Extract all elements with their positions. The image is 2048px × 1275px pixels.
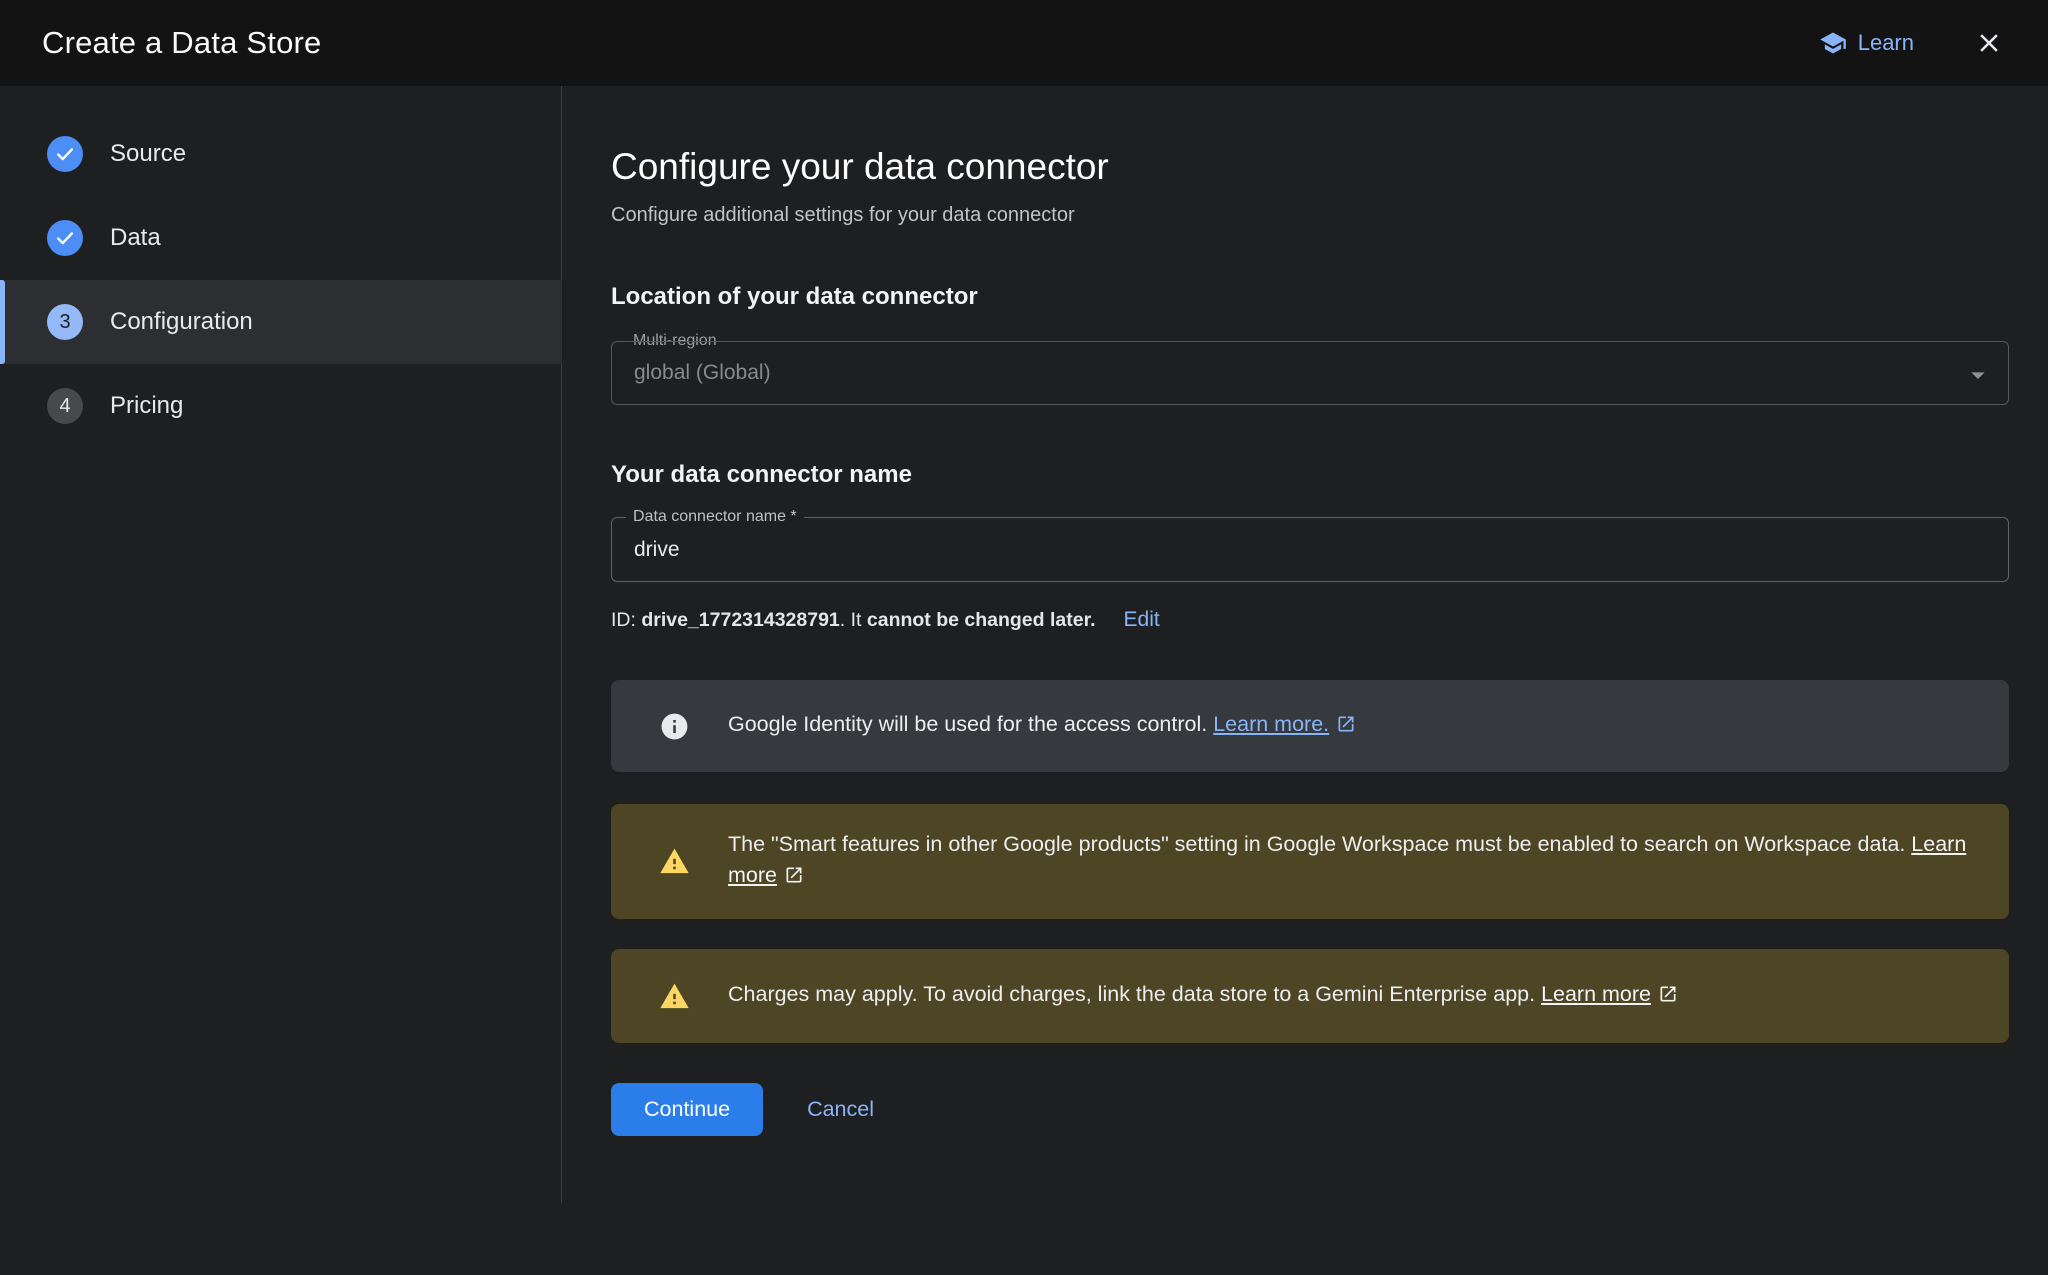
step-item-pricing[interactable]: 4 Pricing xyxy=(0,364,562,448)
info-learn-more-link[interactable]: Learn more. xyxy=(1213,712,1329,736)
step-item-configuration[interactable]: 3 Configuration xyxy=(0,280,562,364)
step-label: Pricing xyxy=(110,392,183,420)
connector-id-helper: ID: drive_1772314328791. It cannot be ch… xyxy=(611,608,2048,632)
info-icon xyxy=(659,711,690,742)
learn-label: Learn xyxy=(1858,30,1914,56)
connector-name-label: Data connector name * xyxy=(626,507,804,527)
step-number-circle: 3 xyxy=(47,304,83,340)
helper-text: ID: drive_1772314328791. It cannot be ch… xyxy=(611,609,1096,632)
create-data-store-dialog: Create a Data Store Learn xyxy=(0,0,2048,1275)
step-complete-circle xyxy=(47,220,83,256)
step-item-source[interactable]: Source xyxy=(0,112,562,196)
cancel-button[interactable]: Cancel xyxy=(807,1097,874,1122)
info-banner-text: Google Identity will be used for the acc… xyxy=(728,709,1356,743)
page-heading: Configure your data connector xyxy=(611,146,2048,188)
step-complete-circle xyxy=(47,136,83,172)
warning-icon xyxy=(659,981,690,1012)
check-icon xyxy=(54,227,76,249)
workspace-warning-banner: The "Smart features in other Google prod… xyxy=(611,804,2009,919)
charges-warning-text: Charges may apply. To avoid charges, lin… xyxy=(728,979,1678,1013)
step-item-data[interactable]: Data xyxy=(0,196,562,280)
graduation-cap-icon xyxy=(1819,29,1847,57)
multi-region-field: Multi-region global (Global) xyxy=(611,341,2009,405)
dropdown-arrow-icon xyxy=(1962,359,1994,391)
dialog-body: Source Data 3 Configuration 4 Pricing xyxy=(0,86,2048,1275)
warning-icon xyxy=(659,846,690,877)
workspace-warning-text: The "Smart features in other Google prod… xyxy=(728,829,1969,894)
connector-name-field: Data connector name * xyxy=(611,517,2009,582)
external-link-icon xyxy=(784,863,804,894)
form-actions: Continue Cancel xyxy=(611,1083,2048,1136)
close-button[interactable] xyxy=(1974,28,2004,58)
dialog-header: Create a Data Store Learn xyxy=(0,0,2048,86)
step-label: Configuration xyxy=(110,308,253,336)
name-section-heading: Your data connector name xyxy=(611,461,2048,489)
location-section-heading: Location of your data connector xyxy=(611,283,2048,311)
check-icon xyxy=(54,143,76,165)
connector-id-value: drive_1772314328791 xyxy=(641,609,839,631)
charges-learn-more-link[interactable]: Learn more xyxy=(1541,982,1651,1006)
identity-info-banner: Google Identity will be used for the acc… xyxy=(611,680,2009,772)
external-link-icon xyxy=(1658,982,1678,1013)
page-subheading: Configure additional settings for your d… xyxy=(611,204,2048,227)
step-label: Data xyxy=(110,224,161,252)
close-icon xyxy=(1974,28,2004,58)
continue-button[interactable]: Continue xyxy=(611,1083,763,1136)
dialog-title: Create a Data Store xyxy=(42,25,322,61)
edit-id-link[interactable]: Edit xyxy=(1124,608,1160,632)
region-select: global (Global) xyxy=(611,341,2009,405)
region-select-value: global (Global) xyxy=(634,361,771,385)
stepper-sidebar: Source Data 3 Configuration 4 Pricing xyxy=(0,86,562,1275)
step-label: Source xyxy=(110,140,186,168)
connector-name-input[interactable] xyxy=(611,517,2009,582)
external-link-icon xyxy=(1336,712,1356,743)
step-number-circle: 4 xyxy=(47,388,83,424)
charges-warning-banner: Charges may apply. To avoid charges, lin… xyxy=(611,949,2009,1043)
configuration-panel: Configure your data connector Configure … xyxy=(562,86,2048,1275)
learn-button[interactable]: Learn xyxy=(1819,29,1914,57)
header-actions: Learn xyxy=(1819,28,2004,58)
active-step-accent xyxy=(0,280,5,364)
